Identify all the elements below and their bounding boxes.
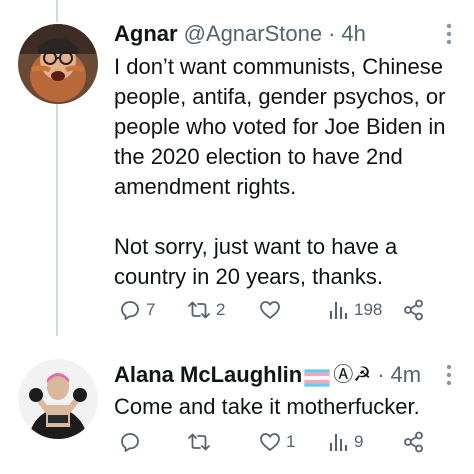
- share-icon: [404, 431, 423, 453]
- tweet-alana[interactable]: Alana McLaughlin Ⓐ☭ · 4m Come and take i…: [0, 336, 474, 474]
- avatar[interactable]: [18, 359, 98, 439]
- heart-icon: [260, 433, 280, 451]
- separator-dot: ·: [328, 21, 336, 46]
- more-options-icon[interactable]: [438, 361, 460, 389]
- handle[interactable]: @AgnarStone: [184, 20, 323, 48]
- heart-icon: [260, 301, 280, 319]
- like-count: 1: [286, 432, 296, 451]
- avatar[interactable]: [18, 24, 98, 104]
- name-badges: Ⓐ☭: [333, 364, 372, 386]
- tweet-agnar[interactable]: Agnar @AgnarStone · 4h I don’t want comm…: [0, 0, 474, 336]
- tweet-header: Agnar @AgnarStone · 4h: [114, 20, 434, 48]
- tweet-header: Alana McLaughlin Ⓐ☭ · 4m: [114, 361, 434, 389]
- reply-button[interactable]: 7: [118, 295, 155, 325]
- views-button[interactable]: 9: [328, 427, 363, 457]
- share-icon: [404, 299, 423, 321]
- analytics-icon: [330, 302, 347, 319]
- tweet-text: Come and take it motherfucker.: [114, 392, 460, 422]
- share-button[interactable]: [402, 295, 426, 325]
- analytics-icon: [330, 434, 347, 451]
- retweet-icon: [188, 301, 210, 319]
- reply-button[interactable]: [118, 427, 146, 457]
- transgender-flag-icon: [304, 366, 331, 387]
- more-options-icon[interactable]: [438, 20, 460, 48]
- reply-icon: [121, 301, 139, 320]
- share-button[interactable]: [402, 427, 426, 457]
- tweet-actions: 7 2 198: [114, 295, 434, 325]
- view-count: 9: [354, 432, 364, 451]
- tweet-paragraph: Come and take it motherfucker.: [114, 394, 420, 419]
- display-name[interactable]: Alana McLaughlin: [114, 361, 302, 389]
- retweet-count: 2: [216, 300, 226, 319]
- like-button[interactable]: [258, 295, 286, 325]
- reply-icon: [121, 433, 139, 452]
- view-count: 198: [354, 300, 383, 319]
- like-button[interactable]: 1: [258, 427, 295, 457]
- retweet-button[interactable]: [186, 427, 216, 457]
- separator-dot: ·: [377, 362, 385, 387]
- tweet-paragraph: I don’t want communists, Chinese people,…: [114, 54, 446, 199]
- tweet-actions: 1 9: [114, 427, 434, 457]
- retweet-button[interactable]: 2: [186, 295, 225, 325]
- timestamp[interactable]: 4h: [341, 20, 365, 48]
- reply-count: 7: [146, 300, 156, 319]
- timestamp[interactable]: 4m: [391, 361, 422, 389]
- tweet-paragraph: Not sorry, just want to have a country i…: [114, 234, 398, 289]
- display-name[interactable]: Agnar: [114, 20, 178, 48]
- retweet-icon: [188, 433, 210, 451]
- tweet-text: I don’t want communists, Chinese people,…: [114, 52, 460, 292]
- views-button[interactable]: 198: [328, 295, 382, 325]
